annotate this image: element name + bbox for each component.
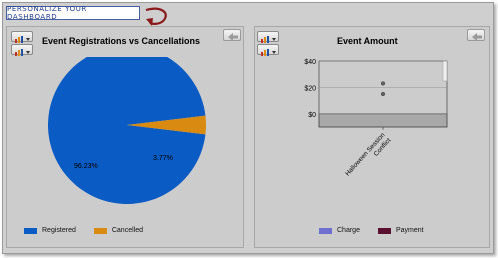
pie-label-registered: 96.23% (74, 163, 98, 170)
chart-legend: Charge Payment (319, 227, 442, 234)
back-arrow-icon (472, 33, 482, 41)
y-tick-label: $0 (308, 112, 316, 119)
event-amount-panel: Event Amount $40 $20 $0 Halloween Session Co… (254, 26, 490, 248)
back-arrow-icon (228, 33, 238, 41)
data-point[interactable] (380, 81, 386, 86)
legend-label: Registered (42, 227, 76, 234)
pie-label-cancelled: 3.77% (153, 155, 173, 162)
pie-chart: 96.23% 3.77% (48, 57, 207, 204)
y-tick-label: $20 (304, 85, 316, 92)
legend-swatch-payment (377, 227, 391, 234)
panel-title: Event Amount (337, 36, 398, 46)
back-button[interactable] (223, 29, 241, 41)
registrations-panel: Event Registrations vs Cancellations 96.… (6, 26, 244, 248)
legend-label: Charge (337, 227, 360, 234)
x-category-label: Halloween SessionConflict (344, 131, 392, 177)
y-tick-label: $40 (304, 59, 316, 66)
data-point[interactable] (380, 91, 386, 97)
personalize-dashboard-tab[interactable]: Personalize your Dashboard (6, 5, 140, 21)
legend-swatch-cancelled (93, 227, 107, 234)
chart-type-button[interactable] (257, 31, 279, 43)
chart-type-button[interactable] (11, 31, 33, 43)
chart-legend: Registered Cancelled (24, 227, 161, 234)
plot-scrollbar[interactable] (442, 60, 448, 82)
legend-label: Payment (395, 227, 424, 234)
plot-baseline-area (318, 113, 448, 128)
chart-options-button[interactable] (11, 44, 33, 56)
back-button[interactable] (467, 29, 485, 41)
scatter-chart: $40 $20 $0 Halloween SessionConflict (304, 59, 448, 177)
legend-label: Cancelled (111, 227, 143, 234)
panel-title: Event Registrations vs Cancellations (42, 36, 201, 46)
legend-swatch-registered (24, 227, 37, 234)
legend-swatch-charge (319, 227, 332, 234)
